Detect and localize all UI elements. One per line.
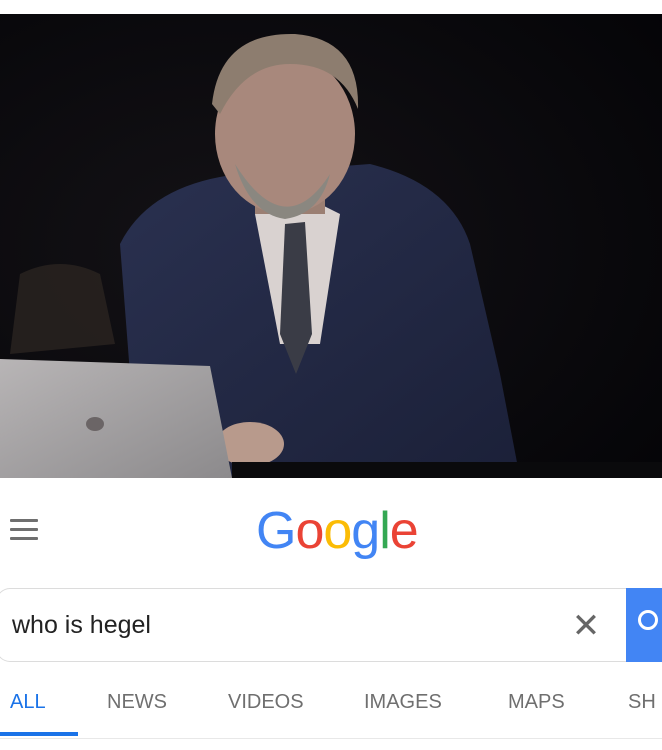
- logo-letter: l: [379, 502, 391, 560]
- tab-news[interactable]: NEWS: [107, 686, 167, 718]
- clear-icon[interactable]: ✕: [570, 608, 602, 644]
- logo-letter: o: [323, 502, 352, 560]
- divider: [0, 738, 662, 739]
- tab-images[interactable]: IMAGES: [364, 686, 442, 718]
- tab-shopping[interactable]: SH: [628, 686, 656, 718]
- logo-letter: e: [389, 502, 419, 560]
- tab-maps[interactable]: MAPS: [508, 686, 565, 718]
- search-tabs: ALL NEWS VIDEOS IMAGES MAPS SH: [0, 686, 662, 726]
- search-input[interactable]: who is hegel: [12, 609, 151, 641]
- active-tab-indicator: [0, 732, 78, 736]
- hamburger-menu-icon[interactable]: [10, 517, 40, 543]
- logo-letter: o: [295, 502, 324, 560]
- google-logo[interactable]: Google: [256, 496, 419, 566]
- search-icon: [638, 610, 658, 630]
- logo-letter: G: [256, 502, 296, 560]
- logo-letter: g: [351, 502, 380, 560]
- video-still-photo: [0, 14, 662, 478]
- search-button[interactable]: [626, 588, 662, 662]
- tab-videos[interactable]: VIDEOS: [228, 686, 304, 718]
- tab-all[interactable]: ALL: [10, 686, 46, 718]
